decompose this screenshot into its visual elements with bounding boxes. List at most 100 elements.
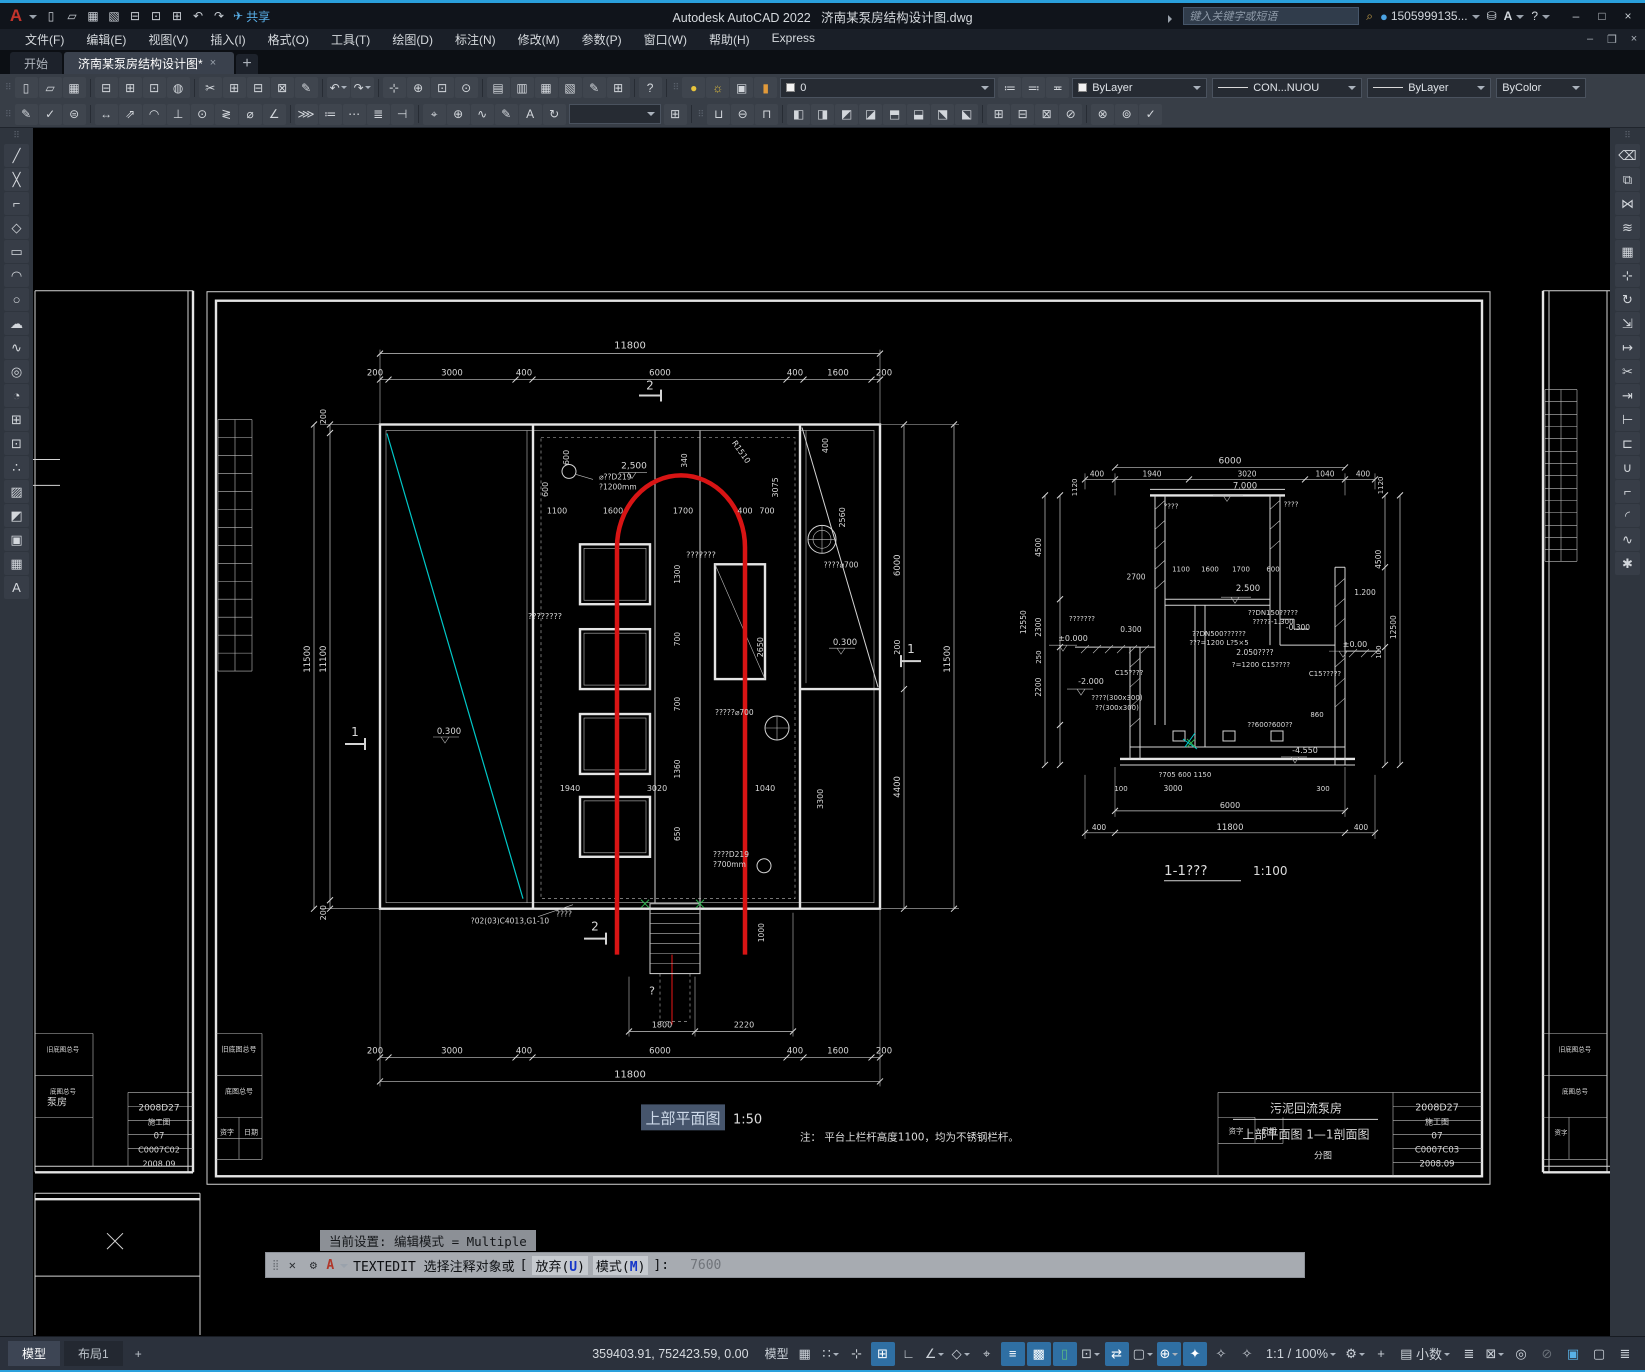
draw-dock-grip[interactable]: ⠿ [13, 130, 20, 141]
command-close-icon[interactable]: ✕ [284, 1258, 300, 1272]
properties-button[interactable]: ▤ [486, 77, 510, 98]
zoom-window-button[interactable]: ⊡ [430, 77, 454, 98]
chamfer-tool[interactable]: ⌐ [1615, 480, 1640, 503]
annotation-scale-sync-toggle[interactable]: ✧ [1235, 1342, 1259, 1366]
extend-tool[interactable]: ⇥ [1615, 384, 1640, 407]
tab-start[interactable]: 开始 [10, 52, 63, 74]
close-button[interactable]: × [1615, 9, 1641, 23]
clean-screen-toggle[interactable]: ▢ [1587, 1342, 1611, 1366]
polar-tracking-toggle[interactable]: ∠ [923, 1342, 947, 1366]
open-button[interactable]: ▱ [38, 77, 62, 98]
quick-dim-button[interactable]: ⋙ [294, 103, 318, 125]
menu-tools[interactable]: 工具(T) [320, 31, 381, 48]
plot-button[interactable]: ⊟ [94, 77, 118, 98]
rectangle-tool[interactable]: ▭ [4, 240, 29, 263]
maximize-button[interactable]: □ [1589, 9, 1615, 23]
trusted-dwg-indicator[interactable]: ▣ [1561, 1342, 1585, 1366]
polygon-tool[interactable]: ◇ [4, 216, 29, 239]
autoscale-toggle[interactable]: ✧ [1209, 1342, 1233, 1366]
table-tool[interactable]: ▦ [4, 552, 29, 575]
hatch-tool[interactable]: ▨ [4, 480, 29, 503]
color-edges-button[interactable]: ⊟ [1011, 103, 1035, 125]
tolerance-button[interactable]: ⌖ [422, 103, 446, 125]
paste-button[interactable]: ⊟ [246, 77, 270, 98]
fillet-tool[interactable]: ◜ [1615, 504, 1640, 527]
dim-aligned-button[interactable]: ⇗ [118, 103, 142, 125]
zoom-realtime-button[interactable]: ⊕ [406, 77, 430, 98]
gizmo-toggle[interactable]: ⊕ [1156, 1341, 1181, 1366]
menu-draw[interactable]: 绘图(D) [381, 31, 444, 48]
mtext-tool[interactable]: A [4, 576, 29, 599]
help-button[interactable]: ? [638, 77, 662, 98]
toolbar-grip[interactable]: ⠿ [5, 82, 12, 93]
rotate-faces-button[interactable]: ⬒ [883, 103, 907, 125]
tab-close-icon[interactable]: × [210, 57, 216, 69]
dim-edit-button[interactable]: ✎ [494, 103, 518, 125]
dim-angular-button[interactable]: ∠ [262, 103, 286, 125]
circle-tool[interactable]: ○ [4, 288, 29, 311]
customization-menu[interactable]: ≣ [1613, 1342, 1637, 1366]
annotation-monitor-toggle[interactable]: + [1369, 1342, 1393, 1366]
pan-button[interactable]: ⊹ [382, 77, 406, 98]
annotation-visibility-toggle[interactable]: ✦ [1182, 1341, 1207, 1366]
dynamic-ucs-toggle[interactable]: ⇄ [1104, 1341, 1129, 1366]
menu-format[interactable]: 格式(O) [257, 31, 320, 48]
doc-minimize-button[interactable]: – [1579, 33, 1601, 46]
color-dropdown[interactable]: ByLayer [1072, 77, 1208, 98]
menu-edit[interactable]: 编辑(E) [75, 31, 137, 48]
sheet-set-button[interactable]: ▧ [558, 77, 582, 98]
doc-close-button[interactable]: × [1623, 33, 1645, 46]
qat-print-button[interactable]: ⊞ [167, 6, 187, 26]
move-faces-button[interactable]: ◨ [811, 103, 835, 125]
layers-toolbar-grip[interactable]: ⠿ [673, 82, 680, 93]
cut-button[interactable]: ✂ [198, 77, 222, 98]
taper-faces-button[interactable]: ⬓ [907, 103, 931, 125]
move-tool[interactable]: ⊹ [1615, 264, 1640, 287]
layer-states-button[interactable]: ≖ [1046, 77, 1070, 98]
app-store-icon[interactable]: ⛁ [1487, 9, 1497, 23]
command-option-undo[interactable]: 放弃(U) [532, 1255, 588, 1275]
qat-undo-button[interactable]: ↶ [188, 6, 208, 26]
dim-update-button[interactable]: ↻ [542, 103, 566, 125]
menu-help[interactable]: 帮助(H) [698, 31, 761, 48]
menu-file[interactable]: 文件(F) [14, 31, 75, 48]
ellipse-arc-tool[interactable]: ◔ [4, 384, 29, 407]
app-menu-chevron-icon[interactable] [29, 14, 37, 23]
array-tool[interactable]: ▦ [1615, 240, 1640, 263]
grid-toggle[interactable]: ▦ [793, 1342, 817, 1366]
join-tool[interactable]: ∪ [1615, 456, 1640, 479]
drawing-viewport[interactable]: 上部平面图 1:50 注： 平台上栏杆高度1100，均为不锈钢栏杆。 1-1??… [33, 128, 1610, 1336]
linetype-dropdown[interactable]: CON...NUOU [1212, 77, 1363, 98]
3d-osnap-toggle[interactable]: ⊡ [1079, 1342, 1103, 1366]
clean-button[interactable]: ⊘ [1059, 103, 1083, 125]
command-grip[interactable]: ⣿ [272, 1260, 279, 1271]
new-layout-button[interactable]: + [127, 1343, 150, 1365]
dim-linear-button[interactable]: ↔ [94, 103, 118, 125]
doc-restore-button[interactable]: ❐ [1601, 33, 1623, 46]
layout1-tab[interactable]: 布局1 [64, 1341, 123, 1366]
dim-baseline-button[interactable]: ≔ [318, 103, 342, 125]
qat-plot-button[interactable]: ⊟ [125, 6, 145, 26]
rotate-tool[interactable]: ↻ [1615, 288, 1640, 311]
dim-style-dropdown[interactable] [568, 104, 661, 124]
menu-parametric[interactable]: 参数(P) [571, 31, 633, 48]
blend-curves-tool[interactable]: ∿ [1615, 528, 1640, 551]
command-option-mode[interactable]: 模式(M) [592, 1255, 649, 1275]
check-button[interactable]: ✓ [1139, 103, 1163, 125]
plotstyle-dropdown[interactable]: ByColor [1496, 77, 1587, 98]
dim-arc-length-button[interactable]: ◠ [142, 103, 166, 125]
workspace-switcher[interactable]: ⚙ [1343, 1342, 1367, 1366]
markup-button[interactable]: ✎ [582, 77, 606, 98]
subtract-button[interactable]: ⊖ [731, 103, 755, 125]
erase-tool[interactable]: ⌫ [1615, 144, 1640, 167]
line-tool[interactable]: ╱ [4, 144, 29, 167]
ortho-toggle[interactable]: ∟ [897, 1342, 921, 1366]
explode-tool[interactable]: ✱ [1615, 552, 1640, 575]
separate-button[interactable]: ⊗ [1091, 103, 1115, 125]
model-space-canvas[interactable]: 上部平面图 1:50 注： 平台上栏杆高度1100，均为不锈钢栏杆。 1-1??… [33, 128, 1610, 1336]
transparency-toggle[interactable]: ▩ [1026, 1341, 1051, 1366]
scale-tool[interactable]: ⇲ [1615, 312, 1640, 335]
paste-special-button[interactable]: ✎ [294, 77, 318, 98]
text-edit-button[interactable]: ✎ [14, 103, 38, 125]
new-button[interactable]: ▯ [14, 77, 38, 98]
